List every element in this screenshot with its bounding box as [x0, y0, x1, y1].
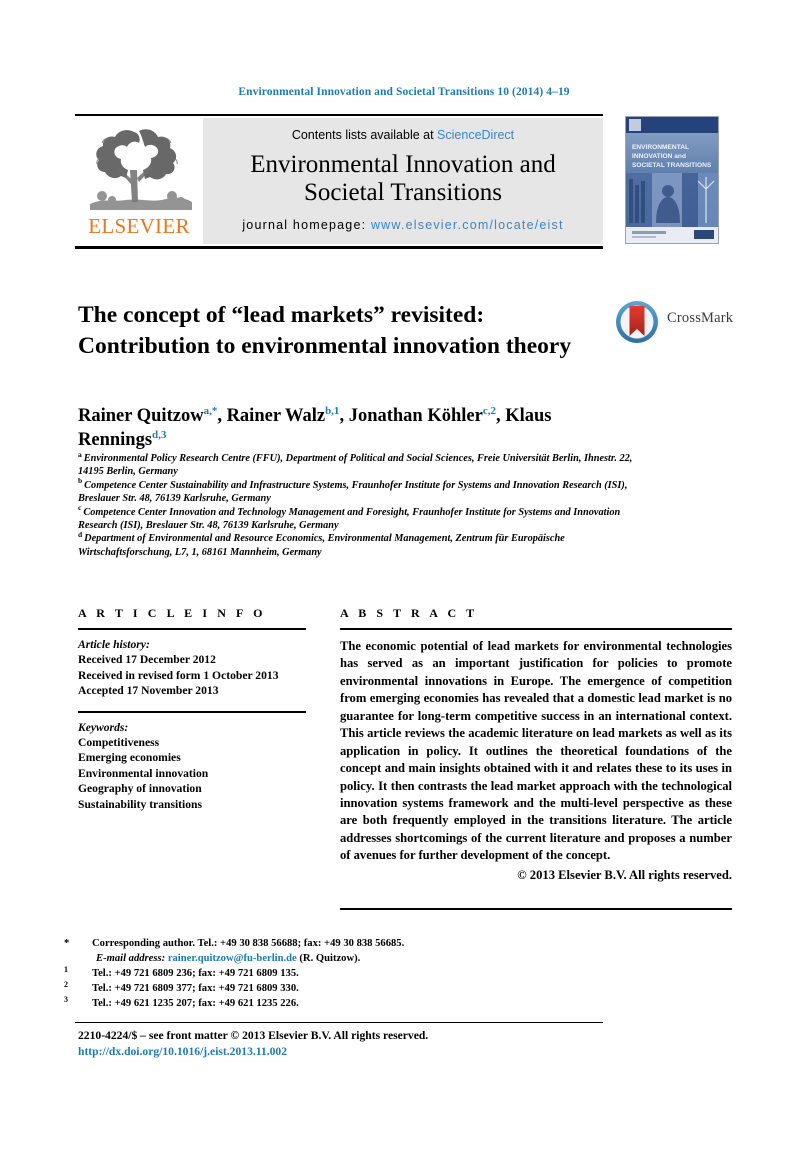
elsevier-tree-icon: [90, 129, 192, 210]
abstract-text: The economic potential of lead markets f…: [340, 639, 732, 863]
article-history-group: Article history: Received 17 December 20…: [78, 637, 306, 699]
numbered-footnote: 3 Tel.: +49 621 1235 207; fax: +49 621 12…: [64, 994, 299, 1010]
keyword-item: Geography of innovation: [78, 782, 202, 796]
affiliation-text: Competence Center Innovation and Technol…: [78, 506, 621, 531]
svg-text:ENVIRONMENTAL: ENVIRONMENTAL: [632, 144, 689, 151]
journal-masthead: ELSEVIER Contents lists available at Sci…: [75, 114, 733, 249]
journal-article-page: Environmental Innovation and Societal Tr…: [0, 0, 808, 1162]
issn-copyright-line: 2210-4224/$ – see front matter © 2013 El…: [78, 1029, 429, 1042]
affiliation-item: d Department of Environmental and Resourc…: [78, 529, 638, 559]
author-name: Rainer Walz: [226, 406, 326, 426]
crossmark-icon[interactable]: [613, 298, 661, 346]
footer-rule: [75, 1022, 603, 1023]
contents-prefix: Contents lists available at: [291, 128, 438, 142]
affiliation-item: b Competence Center Sustainability and In…: [78, 476, 638, 506]
author-marks[interactable]: b,1: [325, 405, 339, 417]
abstract-rule: [340, 628, 732, 630]
numbered-footnote: 2 Tel.: +49 721 6809 377; fax: +49 721 68…: [64, 979, 299, 995]
email-footnote: E-mail address: rainer.quitzow@fu-berlin…: [80, 951, 600, 966]
sciencedirect-link[interactable]: ScienceDirect: [437, 128, 514, 142]
keyword-item: Emerging economies: [78, 751, 181, 765]
journal-cover-art: ENVIRONMENTAL INNOVATION and SOCIETAL TR…: [626, 117, 718, 243]
front-matter-block: 2210-4224/$ – see front matter © 2013 El…: [78, 1028, 638, 1060]
keyword-item: Competitiveness: [78, 736, 160, 750]
article-info-heading: A R T I C L E I N F O: [78, 606, 267, 620]
footnote-text: Tel.: +49 721 6809 236; fax: +49 721 680…: [92, 968, 299, 980]
author-list: Rainer Quitzowa,*, Rainer Walzb,1, Jonat…: [78, 404, 552, 451]
journal-name-line2: Societal Transitions: [304, 179, 502, 207]
elsevier-logo: ELSEVIER: [77, 118, 201, 244]
journal-homepage-line: journal homepage: www.elsevier.com/locat…: [203, 218, 603, 232]
svg-text:INNOVATION and: INNOVATION and: [632, 153, 686, 160]
keyword-item: Environmental innovation: [78, 766, 209, 780]
affiliation-mark: b: [78, 476, 83, 486]
article-info-rule: [78, 628, 306, 630]
numbered-footnote: 1 Tel.: +49 721 6809 236; fax: +49 721 68…: [64, 964, 299, 980]
abstract-bottom-rule: [340, 908, 732, 910]
abstract-heading: A B S T R A C T: [340, 606, 478, 620]
article-info-column: A R T I C L E I N F O Article history: R…: [78, 606, 306, 812]
journal-homepage-link[interactable]: www.elsevier.com/locate/eist: [371, 218, 564, 232]
footnote-text: Tel.: +49 721 6809 377; fax: +49 721 680…: [92, 983, 299, 995]
masthead-rule-top: [75, 114, 603, 116]
author-marks[interactable]: d,3: [152, 429, 166, 441]
email-suffix: (R. Quitzow).: [299, 953, 361, 965]
history-item: Accepted 17 November 2013: [78, 684, 219, 698]
abstract-column: A B S T R A C T The economic potential o…: [340, 606, 732, 883]
footnote-list: * Corresponding author. Tel.: +49 30 838 …: [64, 936, 600, 1011]
abstract-copyright: © 2013 Elsevier B.V. All rights reserved…: [517, 867, 732, 882]
journal-name: Environmental Innovation and Societal Tr…: [203, 151, 603, 208]
email-label: E-mail address:: [96, 953, 166, 965]
keywords-group: Keywords: Competitiveness Emerging econo…: [78, 720, 306, 812]
elsevier-wordmark: ELSEVIER: [88, 214, 190, 238]
journal-cover-thumbnail: ENVIRONMENTAL INNOVATION and SOCIETAL TR…: [625, 116, 719, 244]
svg-text:SOCIETAL TRANSITIONS: SOCIETAL TRANSITIONS: [632, 162, 712, 169]
corresponding-author-footnote: * Corresponding author. Tel.: +49 30 838 …: [64, 936, 600, 951]
article-history-label: Article history:: [78, 638, 150, 651]
author-name: Jonathan Köhler: [348, 406, 483, 426]
corresponding-author-text: Corresponding author. Tel.: +49 30 838 5…: [92, 938, 405, 949]
affiliation-item: c Competence Center Innovation and Techno…: [78, 503, 638, 533]
affiliation-mark: d: [78, 529, 83, 539]
email-link[interactable]: rainer.quitzow@fu-berlin.de: [168, 953, 297, 964]
crossmark-badge[interactable]: CrossMark: [613, 298, 735, 346]
history-item: Received 17 December 2012: [78, 653, 216, 667]
homepage-prefix: journal homepage:: [242, 217, 371, 232]
affiliation-text: Environmental Policy Research Centre (FF…: [78, 453, 633, 478]
affiliation-mark: c: [78, 503, 82, 513]
page-title: The concept of “lead markets” revisited:…: [78, 302, 572, 359]
keywords-rule: [78, 710, 306, 713]
running-head: Environmental Innovation and Societal Tr…: [238, 86, 570, 98]
crossmark-label: CrossMark: [667, 310, 734, 326]
masthead-rule-bottom: [75, 246, 603, 249]
author-name: Rainer Quitzow: [78, 406, 204, 426]
history-item: Received in revised form 1 October 2013: [78, 668, 279, 682]
contents-available-line: Contents lists available at ScienceDirec…: [203, 128, 603, 142]
affiliation-text: Competence Center Sustainability and Inf…: [78, 479, 628, 505]
journal-title-band: Contents lists available at ScienceDirec…: [203, 118, 603, 244]
keyword-item: Sustainability transitions: [78, 797, 203, 811]
journal-name-line1: Environmental Innovation and: [250, 151, 556, 178]
author-marks[interactable]: c,2: [483, 405, 496, 417]
affiliation-item: a Environmental Policy Research Centre (F…: [78, 449, 638, 479]
affiliation-text: Department of Environmental and Resource…: [78, 533, 565, 558]
asterisk-mark: *: [64, 938, 70, 949]
doi-link[interactable]: http://dx.doi.org/10.1016/j.eist.2013.11…: [78, 1044, 638, 1060]
author-marks[interactable]: a,*: [204, 405, 218, 417]
keywords-label: Keywords:: [78, 720, 129, 734]
affiliation-mark: a: [78, 449, 82, 459]
footnote-text: Tel.: +49 621 1235 207; fax: +49 621 123…: [92, 998, 299, 1010]
affiliation-list: a Environmental Policy Research Centre (F…: [78, 449, 638, 559]
